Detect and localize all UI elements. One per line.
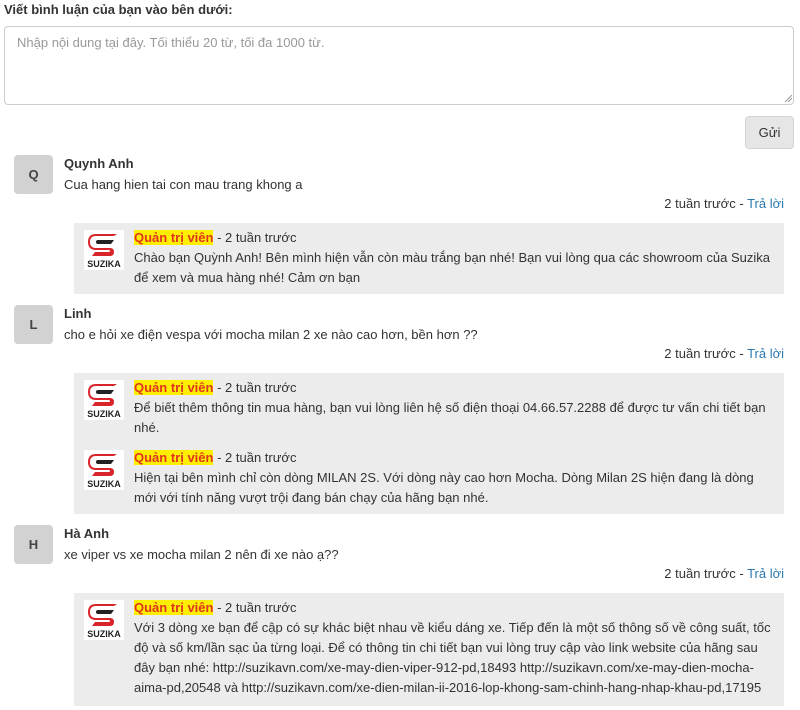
reply-thread: SUZIKA Quản trị viên - 2 tuần trước Với …	[74, 593, 784, 706]
comment-form-title: Viết bình luận của bạn vào bên dưới:	[4, 2, 233, 17]
comment-meta: 2 tuần trước - Trả lời	[664, 196, 784, 211]
admin-reply: SUZIKA Quản trị viên - 2 tuần trước Để b…	[74, 373, 784, 443]
suzika-logo-icon: SUZIKA	[84, 600, 124, 640]
reply-text: Để biết thêm thông tin mua hàng, bạn vui…	[134, 400, 766, 435]
comment-time: 2 tuần trước	[664, 346, 736, 361]
admin-badge: Quản trị viên	[134, 600, 214, 615]
reply-link[interactable]: Trả lời	[747, 566, 784, 581]
suzika-logo-icon: SUZIKA	[84, 450, 124, 490]
comment-time: 2 tuần trước	[664, 566, 736, 581]
comment-time: 2 tuần trước	[664, 196, 736, 211]
logo-wordmark: SUZIKA	[87, 479, 121, 489]
comment-text: Cua hang hien tai con mau trang khong a	[64, 177, 303, 192]
reply-header: Quản trị viên - 2 tuần trước	[134, 378, 774, 398]
comment-meta: 2 tuần trước - Trả lời	[664, 346, 784, 361]
admin-badge: Quản trị viên	[134, 450, 214, 465]
comment-text: xe viper vs xe mocha milan 2 nên đi xe n…	[64, 547, 339, 562]
reply-text: Với 3 dòng xe bạn để cập có sự khác biệt…	[134, 620, 771, 695]
avatar: H	[14, 525, 53, 564]
reply-time: - 2 tuần trước	[217, 380, 297, 395]
send-button[interactable]: Gửi	[745, 116, 794, 149]
reply-time: - 2 tuần trước	[217, 230, 297, 245]
reply-time: - 2 tuần trước	[217, 450, 297, 465]
resize-handle-icon[interactable]	[783, 93, 793, 103]
reply-text: Hiện tại bên mình chỉ còn dòng MILAN 2S.…	[134, 470, 754, 505]
admin-reply: SUZIKA Quản trị viên - 2 tuần trước Hiện…	[74, 443, 784, 516]
comment-meta: 2 tuần trước - Trả lời	[664, 566, 784, 581]
logo-wordmark: SUZIKA	[87, 409, 121, 419]
logo-wordmark: SUZIKA	[87, 259, 121, 269]
reply-thread: SUZIKA Quản trị viên - 2 tuần trước Để b…	[74, 373, 784, 514]
reply-thread: SUZIKA Quản trị viên - 2 tuần trước Chào…	[74, 223, 784, 294]
admin-reply: SUZIKA Quản trị viên - 2 tuần trước Với …	[74, 593, 784, 706]
suzika-logo-icon: SUZIKA	[84, 230, 124, 270]
reply-header: Quản trị viên - 2 tuần trước	[134, 598, 774, 618]
reply-text: Chào bạn Quỳnh Anh! Bên mình hiện vẫn cò…	[134, 250, 770, 285]
logo-wordmark: SUZIKA	[87, 629, 121, 639]
comment-author: Hà Anh	[64, 526, 110, 541]
comment-input[interactable]	[4, 26, 794, 105]
comment-author: Quynh Anh	[64, 156, 134, 171]
reply-time: - 2 tuần trước	[217, 600, 297, 615]
admin-badge: Quản trị viên	[134, 230, 214, 245]
reply-link[interactable]: Trả lời	[747, 346, 784, 361]
avatar: Q	[14, 155, 53, 194]
avatar: L	[14, 305, 53, 344]
suzika-logo-icon: SUZIKA	[84, 380, 124, 420]
reply-header: Quản trị viên - 2 tuần trước	[134, 228, 774, 248]
admin-badge: Quản trị viên	[134, 380, 214, 395]
reply-header: Quản trị viên - 2 tuần trước	[134, 448, 774, 468]
comment-text: cho e hỏi xe điện vespa với mocha milan …	[64, 327, 478, 342]
reply-link[interactable]: Trả lời	[747, 196, 784, 211]
comment-author: Linh	[64, 306, 92, 321]
admin-reply: SUZIKA Quản trị viên - 2 tuần trước Chào…	[74, 223, 784, 296]
